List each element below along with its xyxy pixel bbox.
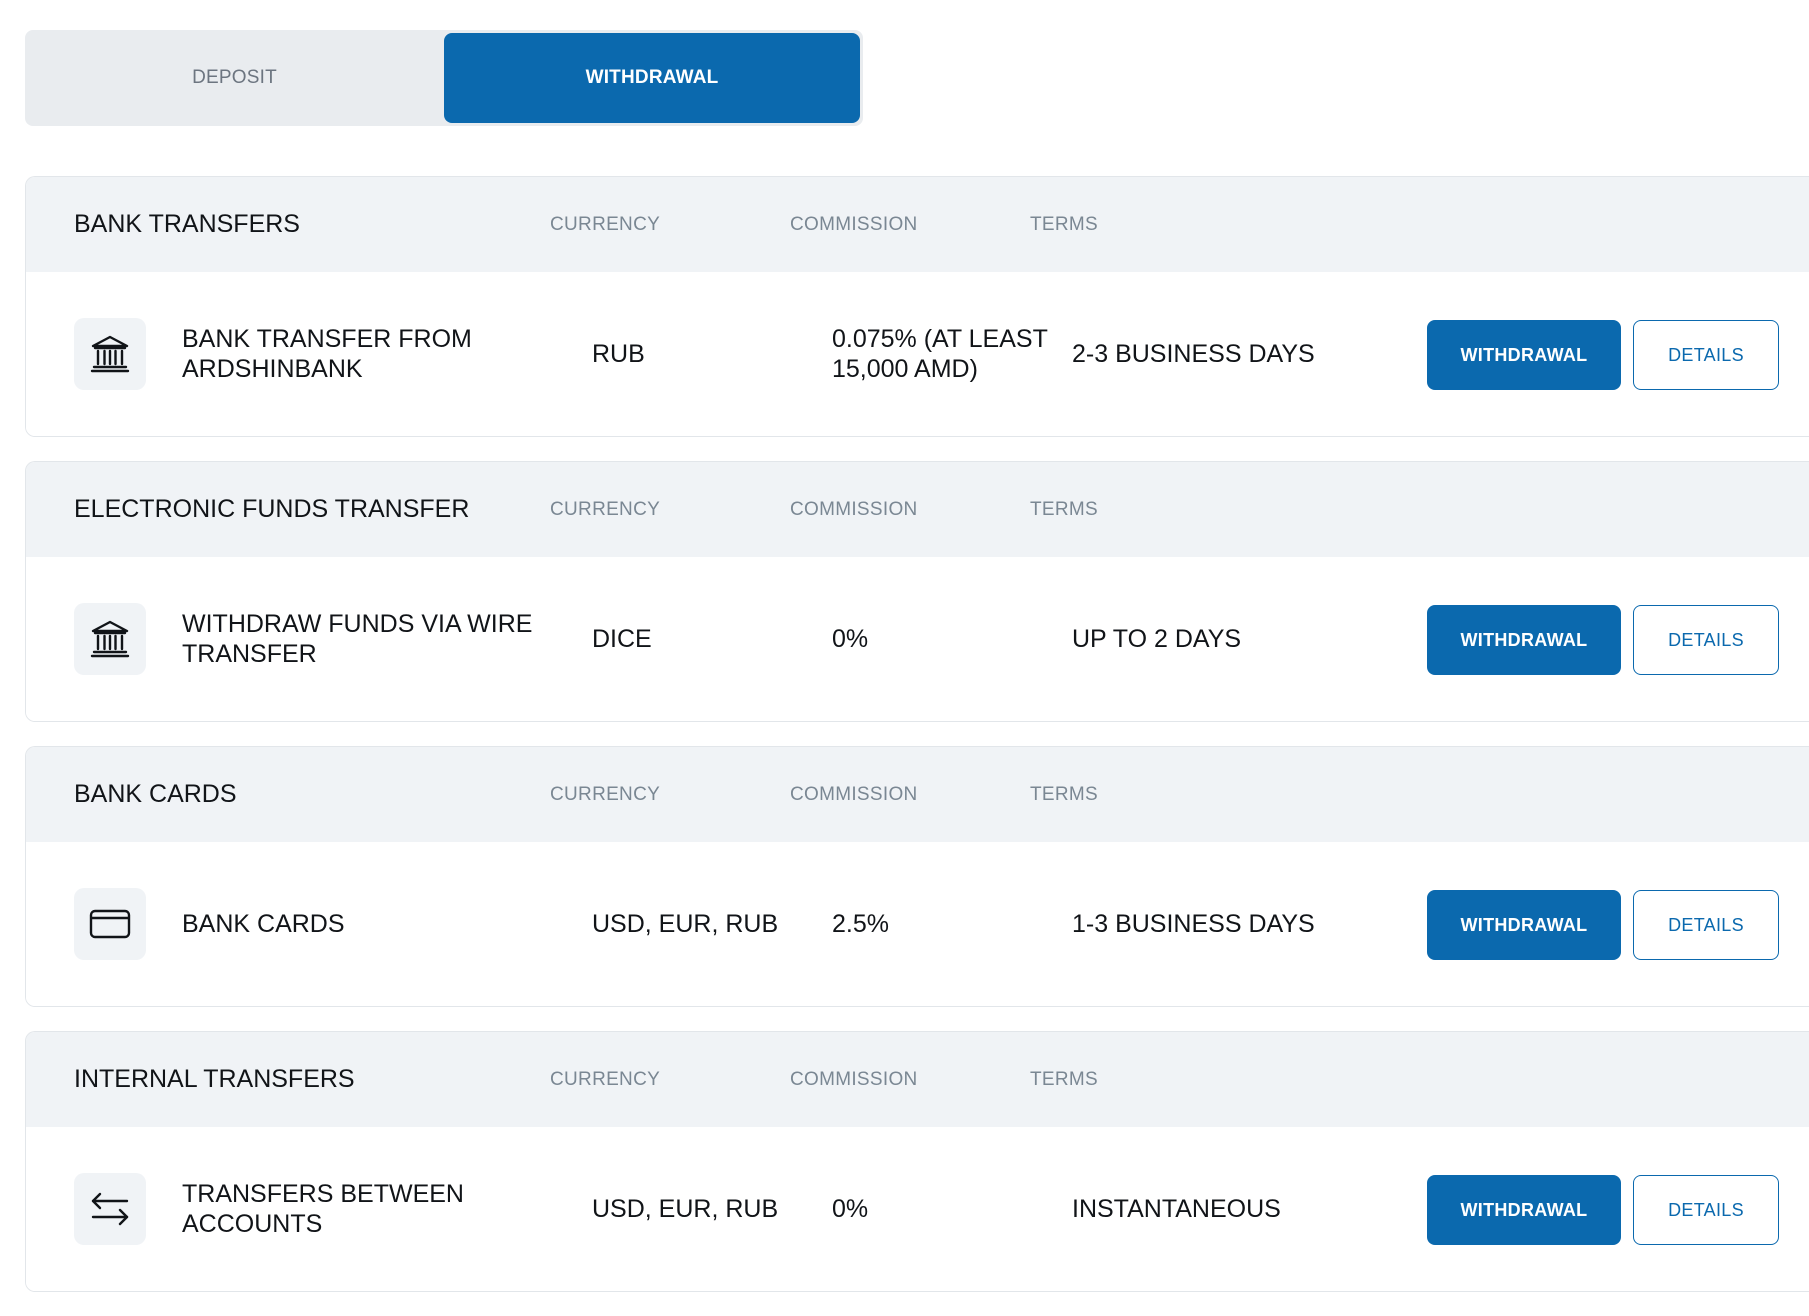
column-header-commission: COMMISSION: [790, 1068, 918, 1090]
section-internal-transfers: INTERNAL TRANSFERS CURRENCY COMMISSION T…: [25, 1031, 1809, 1292]
method-terms: 1-3 BUSINESS DAYS: [1072, 909, 1315, 938]
section-title: BANK CARDS: [74, 780, 237, 808]
method-sections: BANK TRANSFERS CURRENCY COMMISSION TERMS: [25, 176, 1809, 1292]
column-header-currency: CURRENCY: [550, 498, 661, 520]
operation-tabs: DEPOSIT WITHDRAWAL: [25, 30, 863, 126]
column-header-terms: TERMS: [1030, 213, 1098, 235]
column-header-terms: TERMS: [1030, 1068, 1098, 1090]
details-button[interactable]: DETAILS: [1633, 320, 1779, 390]
section-header: INTERNAL TRANSFERS CURRENCY COMMISSION T…: [26, 1032, 1809, 1127]
details-button[interactable]: DETAILS: [1633, 1175, 1779, 1245]
column-header-commission: COMMISSION: [790, 783, 918, 805]
method-row: TRANSFERS BETWEEN ACCOUNTS USD, EUR, RUB…: [26, 1127, 1809, 1291]
details-button[interactable]: DETAILS: [1633, 890, 1779, 960]
method-row: BANK TRANSFER FROM ARDSHINBANK RUB 0.075…: [26, 272, 1809, 436]
method-terms: 2-3 BUSINESS DAYS: [1072, 339, 1315, 368]
method-currency: RUB: [592, 339, 645, 368]
tab-withdrawal[interactable]: WITHDRAWAL: [444, 33, 860, 123]
details-button[interactable]: DETAILS: [1633, 605, 1779, 675]
section-bank-cards: BANK CARDS CURRENCY COMMISSION TERMS BAN…: [25, 746, 1809, 1007]
tab-deposit[interactable]: DEPOSIT: [25, 30, 444, 126]
column-header-currency: CURRENCY: [550, 783, 661, 805]
method-name: BANK CARDS: [182, 910, 345, 938]
method-commission: 0%: [832, 1195, 869, 1223]
withdrawal-button[interactable]: WITHDRAWAL: [1427, 1175, 1621, 1245]
section-bank-transfers: BANK TRANSFERS CURRENCY COMMISSION TERMS: [25, 176, 1809, 437]
section-header: ELECTRONIC FUNDS TRANSFER CURRENCY COMMI…: [26, 462, 1809, 557]
column-header-terms: TERMS: [1030, 498, 1098, 520]
column-header-commission: COMMISSION: [790, 213, 918, 235]
section-header: BANK TRANSFERS CURRENCY COMMISSION TERMS: [26, 177, 1809, 272]
method-row: WITHDRAW FUNDS VIA WIRE TRANSFER DICE 0%…: [26, 557, 1809, 721]
column-header-currency: CURRENCY: [550, 1068, 661, 1090]
withdrawal-button[interactable]: WITHDRAWAL: [1427, 890, 1621, 960]
method-commission: 0%: [832, 625, 869, 653]
method-row: BANK CARDS USD, EUR, RUB 2.5% 1-3 BUSINE…: [26, 842, 1809, 1006]
method-commission: 0.075% (AT LEAST 15,000 AMD): [832, 325, 1048, 383]
bank-icon: [74, 318, 146, 390]
method-name: BANK TRANSFER FROM ARDSHINBANK: [182, 325, 472, 383]
payment-methods-page: DEPOSIT WITHDRAWAL BANK TRANSFERS CURREN…: [25, 30, 1809, 1316]
column-header-terms: TERMS: [1030, 783, 1098, 805]
column-header-commission: COMMISSION: [790, 498, 918, 520]
method-terms: INSTANTANEOUS: [1072, 1194, 1281, 1223]
method-currency: USD, EUR, RUB: [592, 1194, 779, 1223]
section-header: BANK CARDS CURRENCY COMMISSION TERMS: [26, 747, 1809, 842]
bank-icon: [74, 603, 146, 675]
credit-card-icon: [74, 888, 146, 960]
section-title: INTERNAL TRANSFERS: [74, 1065, 355, 1093]
method-name: TRANSFERS BETWEEN ACCOUNTS: [182, 1180, 464, 1238]
section-title: ELECTRONIC FUNDS TRANSFER: [74, 495, 470, 523]
method-commission: 2.5%: [832, 910, 889, 938]
method-terms: UP TO 2 DAYS: [1072, 624, 1242, 653]
method-currency: DICE: [592, 624, 652, 653]
section-electronic-funds-transfer: ELECTRONIC FUNDS TRANSFER CURRENCY COMMI…: [25, 461, 1809, 722]
column-header-currency: CURRENCY: [550, 213, 661, 235]
method-name: WITHDRAW FUNDS VIA WIRE TRANSFER: [182, 610, 533, 668]
transfer-arrows-icon: [74, 1173, 146, 1245]
withdrawal-button[interactable]: WITHDRAWAL: [1427, 320, 1621, 390]
withdrawal-button[interactable]: WITHDRAWAL: [1427, 605, 1621, 675]
section-title: BANK TRANSFERS: [74, 210, 300, 238]
method-currency: USD, EUR, RUB: [592, 909, 779, 938]
